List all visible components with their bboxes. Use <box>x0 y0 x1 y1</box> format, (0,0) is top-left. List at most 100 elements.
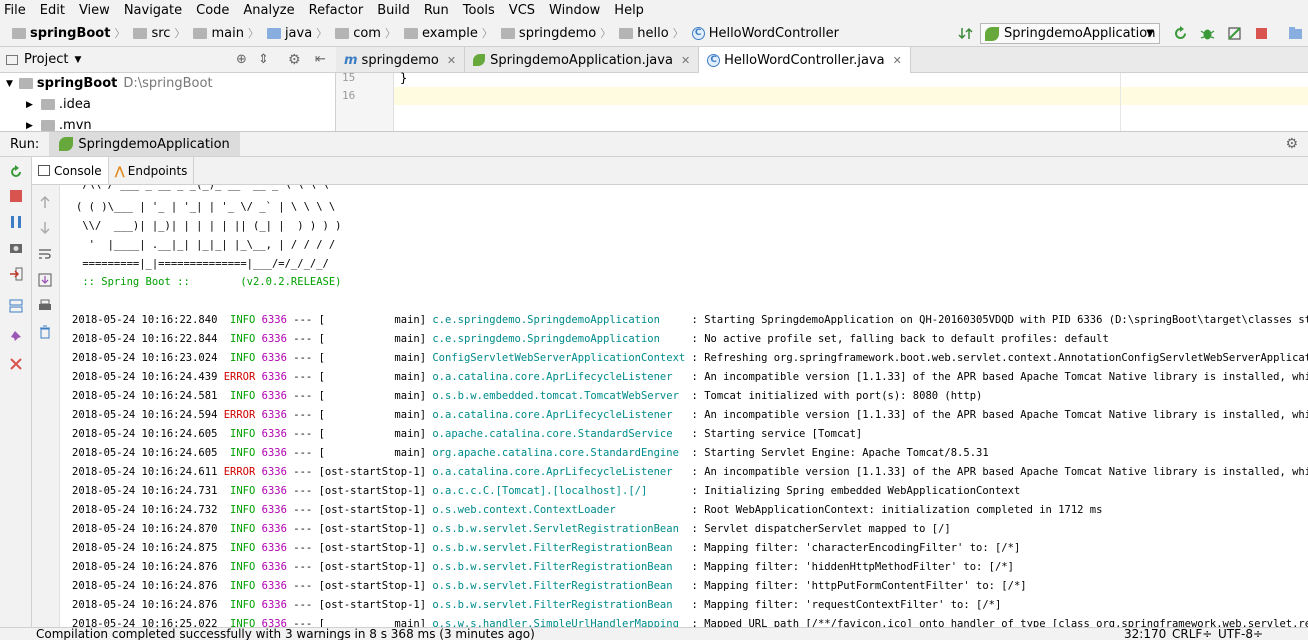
code-line[interactable]: } <box>394 69 1308 87</box>
breadcrumb-springboot[interactable]: springBoot 〉 <box>12 25 129 41</box>
breadcrumb-springdemo[interactable]: springdemo 〉 <box>500 25 615 41</box>
console-output[interactable]: /\\ / ___'_ __ _ _(_)_ __ __ _ \ \ \ \ (… <box>60 185 1308 627</box>
spring-leaf-icon <box>59 137 74 151</box>
line-separator[interactable]: CRLF÷ <box>1172 628 1212 640</box>
spring-leaf-icon <box>985 26 999 41</box>
project-structure-icon[interactable] <box>1288 26 1303 41</box>
log-thread: [ost-startStop-1] <box>318 599 433 611</box>
log-thread: [ main] <box>318 333 433 345</box>
gear-icon[interactable]: ⚙ <box>1285 136 1298 152</box>
log-message: : Mapping filter: 'hiddenHttpMethodFilte… <box>691 561 1014 573</box>
log-level: INFO <box>223 314 262 326</box>
coverage-icon[interactable] <box>1227 26 1242 41</box>
log-separator: --- <box>286 523 319 535</box>
log-line: 2018-05-24 10:16:24.581 INFO 6336 --- [ … <box>72 387 982 406</box>
log-line: 2018-05-24 10:16:23.024 INFO 6336 --- [ … <box>72 349 1308 368</box>
arrow-up-icon[interactable] <box>38 195 52 209</box>
breadcrumb-com[interactable]: com 〉 <box>335 25 400 41</box>
file-encoding[interactable]: UTF-8÷ <box>1218 628 1263 640</box>
trash-icon[interactable] <box>38 325 52 339</box>
log-line: 2018-05-24 10:16:24.870 INFO 6336 --- [o… <box>72 520 951 539</box>
breadcrumb-main[interactable]: main 〉 <box>193 25 262 41</box>
login-icon[interactable] <box>9 267 23 281</box>
close-icon[interactable] <box>9 357 23 371</box>
breadcrumb-hello[interactable]: hello 〉 <box>619 25 687 41</box>
collapse-icon[interactable]: ⇕ <box>258 52 269 67</box>
menu-help[interactable]: Help <box>614 3 644 18</box>
menu-vcs[interactable]: VCS <box>509 3 535 18</box>
scroll-to-end-icon[interactable] <box>38 273 52 287</box>
log-pid: 6336 <box>261 618 287 627</box>
log-timestamp: 2018-05-24 10:16:24.732 <box>72 504 224 516</box>
run-configuration-select[interactable]: SpringdemoApplication ▼ <box>980 23 1160 44</box>
log-timestamp: 2018-05-24 10:16:25.022 <box>72 618 224 627</box>
chevron-right-icon[interactable]: ▶ <box>26 100 33 110</box>
chevron-down-icon[interactable]: ▼ <box>6 79 13 89</box>
log-level: INFO <box>223 523 262 535</box>
chevron-right-icon[interactable]: ▶ <box>26 121 33 131</box>
tab-console[interactable]: Console <box>32 157 109 184</box>
camera-icon[interactable] <box>9 241 23 255</box>
log-separator: --- <box>286 599 319 611</box>
menu-navigate[interactable]: Navigate <box>124 3 182 18</box>
tab-endpoints[interactable]: ⋀ Endpoints <box>109 157 195 184</box>
chevron-down-icon[interactable]: ▼ <box>74 55 81 65</box>
menu-code[interactable]: Code <box>196 3 229 18</box>
debug-icon[interactable] <box>1200 26 1215 41</box>
menu-edit[interactable]: Edit <box>40 3 65 18</box>
breadcrumb-java[interactable]: java 〉 <box>266 25 331 41</box>
close-icon[interactable]: ✕ <box>893 54 902 67</box>
hide-panel-icon[interactable]: ⇤ <box>315 52 326 67</box>
log-level: INFO <box>223 561 262 573</box>
tree-item-idea[interactable]: ▶ .idea <box>0 94 335 115</box>
log-timestamp: 2018-05-24 10:16:24.876 <box>72 599 224 611</box>
crosshair-icon[interactable]: ⊕ <box>236 52 247 67</box>
breadcrumb-hellowordcontroller[interactable]: C HelloWordController <box>691 26 839 41</box>
code-editor[interactable]: 15 16 } <box>336 71 1308 131</box>
log-message: : Initializing Spring embedded WebApplic… <box>691 485 1021 497</box>
menu-build[interactable]: Build <box>377 3 410 18</box>
menu-file[interactable]: File <box>4 3 26 18</box>
breadcrumb-src[interactable]: src 〉 <box>133 25 189 41</box>
log-separator: --- <box>286 352 319 364</box>
soft-wrap-icon[interactable] <box>38 247 52 261</box>
print-icon[interactable] <box>38 299 52 313</box>
layout-icon[interactable] <box>9 299 23 313</box>
log-thread: [ main] <box>318 447 433 459</box>
log-message: : Starting Servlet Engine: Apache Tomcat… <box>691 447 989 459</box>
log-pid: 6336 <box>261 447 287 459</box>
log-thread: [ost-startStop-1] <box>318 504 433 516</box>
menu-analyze[interactable]: Analyze <box>243 3 294 18</box>
status-message[interactable]: Compilation completed successfully with … <box>36 628 535 640</box>
stop-icon[interactable] <box>9 189 23 203</box>
right-margin-guide <box>1120 73 1121 131</box>
code-line-current[interactable] <box>394 87 1308 105</box>
menu-window[interactable]: Window <box>549 3 600 18</box>
menu-run[interactable]: Run <box>424 3 449 18</box>
log-line: 2018-05-24 10:16:22.844 INFO 6336 --- [ … <box>72 330 1109 349</box>
run-tab-springdemoapplication[interactable]: SpringdemoApplication <box>49 132 240 156</box>
stop-icon[interactable] <box>1254 26 1269 41</box>
log-logger: o.s.w.s.handler.SimpleUrlHandlerMapping <box>432 618 692 627</box>
close-icon[interactable]: ✕ <box>681 54 690 67</box>
sort-arrows-icon[interactable] <box>958 26 973 41</box>
menu-refactor[interactable]: Refactor <box>309 3 364 18</box>
menu-tools[interactable]: Tools <box>463 3 495 18</box>
log-logger: o.a.catalina.core.AprLifecycleListener <box>432 371 692 383</box>
gear-icon[interactable]: ⚙ <box>288 52 301 68</box>
rerun-icon[interactable] <box>1173 26 1188 41</box>
menu-view[interactable]: View <box>79 3 110 18</box>
caret-position[interactable]: 32:170 <box>1124 628 1166 640</box>
log-message: : Starting service [Tomcat] <box>691 428 863 440</box>
close-icon[interactable]: ✕ <box>447 54 456 67</box>
pause-icon[interactable] <box>9 215 23 229</box>
pin-icon[interactable] <box>9 329 23 343</box>
project-view-selector[interactable]: Project <box>24 52 68 67</box>
tree-item-root[interactable]: ▼ springBoot D:\springBoot <box>0 73 335 94</box>
log-thread: [ main] <box>318 390 433 402</box>
arrow-down-icon[interactable] <box>38 221 52 235</box>
breadcrumb-example[interactable]: example 〉 <box>403 25 497 41</box>
log-level: ERROR <box>223 409 262 421</box>
log-pid: 6336 <box>261 561 287 573</box>
rerun-icon[interactable] <box>9 165 23 179</box>
